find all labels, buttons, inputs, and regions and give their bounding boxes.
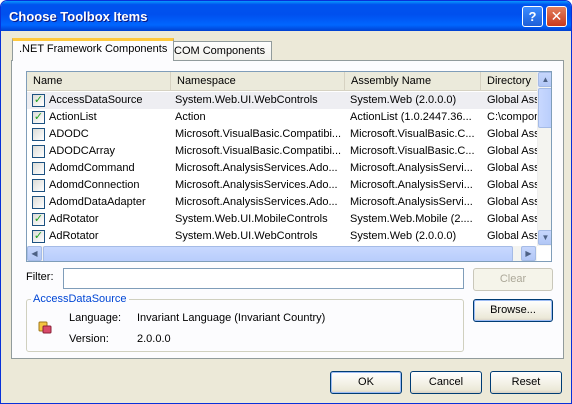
table-row[interactable]: ADODC Microsoft.VisualBasic.Compatibi... M… <box>27 126 537 143</box>
language-label: Language: <box>69 312 121 324</box>
selected-component-title: AccessDataSource <box>31 293 129 305</box>
table-row[interactable]: ADODCArray Microsoft.VisualBasic.Compatib… <box>27 143 537 160</box>
horizontal-scroll-thumb[interactable] <box>43 246 513 261</box>
cell-directory: C:\compor <box>487 111 537 123</box>
cell-namespace: Microsoft.AnalysisServices.Ado... <box>175 179 338 191</box>
cell-namespace: System.Web.UI.WebControls <box>175 230 318 242</box>
cell-name: ADODCArray <box>49 145 116 157</box>
tab-net-framework-components[interactable]: .NET Framework Components <box>12 38 175 61</box>
cell-assembly-name: System.Web.Mobile (2.... <box>350 213 473 225</box>
version-value: 2.0.0.0 <box>137 333 171 345</box>
clear-button[interactable]: Clear <box>473 268 553 291</box>
horizontal-scrollbar[interactable]: ◀ ▶ <box>27 246 537 261</box>
row-checkbox[interactable] <box>32 179 45 192</box>
cell-directory: Global Ass <box>487 162 537 174</box>
cell-assembly-name: ActionList (1.0.2447.36... <box>350 111 472 123</box>
table-row[interactable]: AdomdDataAdapter Microsoft.AnalysisServic… <box>27 194 537 211</box>
cell-assembly-name: Microsoft.AnalysisServi... <box>350 179 473 191</box>
row-checkbox[interactable] <box>32 162 45 175</box>
cell-directory: Global Ass <box>487 94 537 106</box>
cell-assembly-name: Microsoft.VisualBasic.C... <box>350 145 475 157</box>
table-row[interactable]: ✓ AccessDataSource System.Web.UI.WebContro… <box>27 92 537 109</box>
cell-namespace: System.Web.UI.WebControls <box>175 94 318 106</box>
reset-button[interactable]: Reset <box>490 371 562 394</box>
scroll-left-button[interactable]: ◀ <box>27 246 42 261</box>
window-title: Choose Toolbox Items <box>9 9 148 24</box>
tab-com-components[interactable]: COM Components <box>167 41 273 61</box>
scroll-right-button[interactable]: ▶ <box>521 246 536 261</box>
row-checkbox[interactable] <box>32 196 45 209</box>
table-row[interactable]: AdomdCommand Microsoft.AnalysisServices.A… <box>27 160 537 177</box>
table-row[interactable]: ✓ AdRotator System.Web.UI.MobileControls Sy… <box>27 211 537 228</box>
cell-namespace: Microsoft.VisualBasic.Compatibi... <box>175 128 342 140</box>
row-checkbox[interactable] <box>32 145 45 158</box>
cell-name: AdRotator <box>49 230 99 242</box>
cell-name: AccessDataSource <box>49 94 143 106</box>
cell-namespace: Microsoft.AnalysisServices.Ado... <box>175 196 338 208</box>
cell-name: AdomdDataAdapter <box>49 196 146 208</box>
list-header: Name Namespace Assembly Name Directory <box>27 72 537 91</box>
cancel-button[interactable]: Cancel <box>410 371 482 394</box>
row-checkbox[interactable]: ✓ <box>32 111 45 124</box>
components-list[interactable]: Name Namespace Assembly Name Directory ✓… <box>26 71 552 262</box>
cell-name: AdRotator <box>49 213 99 225</box>
cell-directory: Global Ass <box>487 213 537 225</box>
filter-label: Filter: <box>26 271 54 283</box>
cell-assembly-name: Microsoft.AnalysisServi... <box>350 196 473 208</box>
cell-assembly-name: System.Web (2.0.0.0) <box>350 94 457 106</box>
close-button[interactable]: ✕ <box>546 6 567 27</box>
cell-assembly-name: Microsoft.VisualBasic.C... <box>350 128 475 140</box>
vertical-scroll-thumb[interactable] <box>538 88 551 128</box>
list-rows: ✓ AccessDataSource System.Web.UI.WebContro… <box>27 92 537 245</box>
row-checkbox[interactable]: ✓ <box>32 230 45 243</box>
row-checkbox[interactable]: ✓ <box>32 213 45 226</box>
row-checkbox[interactable]: ✓ <box>32 94 45 107</box>
language-value: Invariant Language (Invariant Country) <box>137 312 326 324</box>
table-row[interactable]: AdomdConnection Microsoft.AnalysisService… <box>27 177 537 194</box>
cell-directory: Global Ass <box>487 128 537 140</box>
cell-name: AdomdConnection <box>49 179 140 191</box>
cell-directory: Global Ass <box>487 179 537 191</box>
table-row[interactable]: ✓ AdRotator System.Web.UI.WebControls Syste… <box>27 228 537 245</box>
version-label: Version: <box>69 333 109 345</box>
column-header-namespace[interactable]: Namespace <box>171 72 345 91</box>
cell-directory: Global Ass <box>487 145 537 157</box>
column-header-assembly-name[interactable]: Assembly Name <box>345 72 481 91</box>
cell-name: ADODC <box>49 128 89 140</box>
help-button[interactable]: ? <box>522 6 543 27</box>
cell-assembly-name: Microsoft.AnalysisServi... <box>350 162 473 174</box>
scroll-up-button[interactable]: ▲ <box>538 72 551 87</box>
column-header-directory[interactable]: Directory <box>481 72 537 91</box>
row-checkbox[interactable] <box>32 128 45 141</box>
cell-directory: Global Ass <box>487 230 537 242</box>
browse-button[interactable]: Browse... <box>473 299 553 322</box>
column-header-name[interactable]: Name <box>27 72 171 91</box>
cell-namespace: System.Web.UI.MobileControls <box>175 213 328 225</box>
cell-name: AdomdCommand <box>49 162 135 174</box>
filter-input[interactable] <box>63 268 464 289</box>
cell-name: ActionList <box>49 111 97 123</box>
assembly-icon <box>38 321 52 334</box>
table-row[interactable]: ✓ ActionList Action ActionList (1.0.2447.36… <box>27 109 537 126</box>
cell-namespace: Microsoft.VisualBasic.Compatibi... <box>175 145 342 157</box>
scroll-down-button[interactable]: ▼ <box>538 230 551 245</box>
cell-namespace: Microsoft.AnalysisServices.Ado... <box>175 162 338 174</box>
ok-button[interactable]: OK <box>330 371 402 394</box>
dialog-window: Choose Toolbox Items ? ✕ .NET Framework … <box>0 0 572 404</box>
title-bar[interactable]: Choose Toolbox Items ? ✕ <box>1 1 571 31</box>
vertical-scrollbar[interactable]: ▲ ▼ <box>537 72 551 246</box>
cell-namespace: Action <box>175 111 206 123</box>
cell-directory: Global Ass <box>487 196 537 208</box>
cell-assembly-name: System.Web (2.0.0.0) <box>350 230 457 242</box>
